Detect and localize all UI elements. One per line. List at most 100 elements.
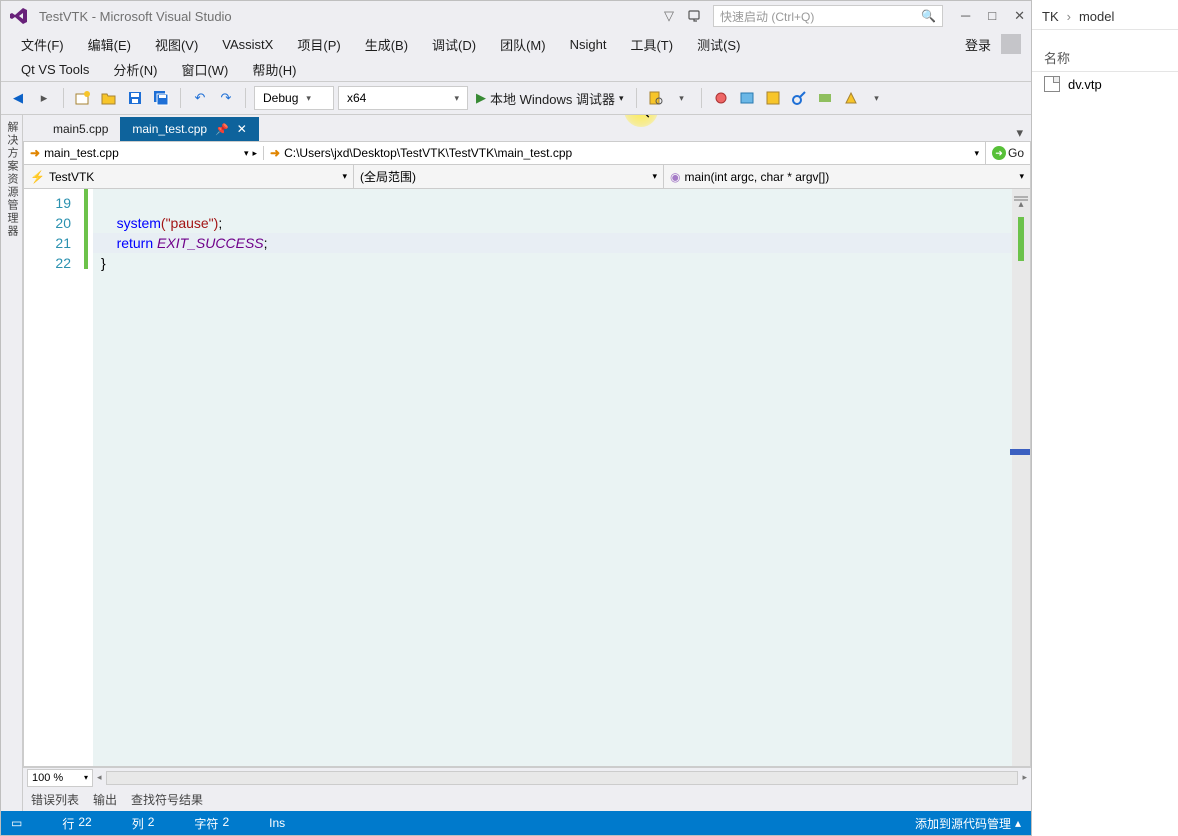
line-number: 20 bbox=[24, 213, 71, 233]
column-header-name[interactable]: 名称 bbox=[1032, 44, 1178, 72]
go-button[interactable]: ➜ Go bbox=[985, 142, 1030, 164]
save-icon[interactable] bbox=[124, 87, 146, 109]
nav-fwd-icon[interactable]: ▸ bbox=[33, 87, 55, 109]
file-nav-bar: ➜ main_test.cpp ▾ ▸ ➜ C:\Users\jxd\Deskt… bbox=[23, 141, 1031, 165]
quick-launch-input[interactable]: 快速启动 (Ctrl+Q) 🔍 bbox=[713, 5, 943, 27]
tab-label: main_test.cpp bbox=[132, 122, 207, 136]
menu-view[interactable]: 视图(V) bbox=[145, 33, 208, 56]
horizontal-scrollbar[interactable] bbox=[106, 771, 1019, 785]
bc-item[interactable]: TK bbox=[1042, 9, 1059, 24]
debugger-label: 本地 Windows 调试器 bbox=[490, 89, 615, 108]
menu-nsight[interactable]: Nsight bbox=[560, 35, 617, 54]
menu-tools[interactable]: 工具(T) bbox=[620, 33, 683, 56]
file-item[interactable]: dv.vtp bbox=[1032, 72, 1178, 96]
tab-find-results[interactable]: 查找符号结果 bbox=[131, 791, 203, 808]
status-ins: Ins bbox=[269, 816, 285, 830]
config-combo[interactable]: Debug▾ bbox=[254, 86, 334, 110]
split-icon[interactable] bbox=[1014, 191, 1028, 199]
close-tab-icon[interactable]: ✕ bbox=[237, 122, 247, 136]
start-debug-button[interactable]: ▶ 本地 Windows 调试器 ▾ bbox=[472, 87, 628, 110]
tool-icon-6[interactable] bbox=[840, 87, 862, 109]
scm-button[interactable]: 添加到源代码管理 ▴ bbox=[915, 815, 1021, 832]
function-name: main(int argc, char * argv[]) bbox=[684, 170, 829, 184]
menu-test[interactable]: 测试(S) bbox=[687, 33, 750, 56]
menu-debug[interactable]: 调试(D) bbox=[422, 33, 486, 56]
menu-project[interactable]: 项目(P) bbox=[287, 33, 350, 56]
tab-main-test[interactable]: main_test.cpp 📌 ✕ bbox=[120, 117, 258, 141]
function-combo[interactable]: ◉ main(int argc, char * argv[]) ▾ bbox=[664, 165, 1030, 188]
editor-tabs: main5.cpp main_test.cpp 📌 ✕ ▾ bbox=[23, 115, 1031, 141]
tool-icon-3[interactable] bbox=[762, 87, 784, 109]
menu-vassist[interactable]: VAssistX bbox=[212, 35, 283, 54]
arrow-icon: ➜ bbox=[30, 146, 40, 160]
code-text[interactable]: system("pause"); return EXIT_SUCCESS; } bbox=[93, 189, 1012, 766]
tool-icon-2[interactable] bbox=[736, 87, 758, 109]
play-icon: ▶ bbox=[476, 90, 486, 106]
tool-icon-4[interactable] bbox=[788, 87, 810, 109]
solution-explorer-tab[interactable]: 解决方案资源管理器 bbox=[1, 115, 23, 811]
code-editor[interactable]: 19 20 21 22 system("pause"); return EXIT… bbox=[23, 189, 1031, 767]
tool-icon-5[interactable] bbox=[814, 87, 836, 109]
redo-icon[interactable]: ↷ bbox=[215, 87, 237, 109]
notification-icon[interactable] bbox=[685, 6, 705, 26]
arrow-icon: ➜ bbox=[270, 146, 280, 160]
platform-combo[interactable]: x64▾ bbox=[338, 86, 468, 110]
tabs-dropdown-icon[interactable]: ▾ bbox=[1008, 125, 1031, 141]
menu-qt[interactable]: Qt VS Tools bbox=[11, 60, 99, 79]
line-number: 22 bbox=[24, 253, 71, 273]
menubar: 文件(F) 编辑(E) 视图(V) VAssistX 项目(P) 生成(B) 调… bbox=[1, 31, 1031, 57]
open-icon[interactable] bbox=[98, 87, 120, 109]
file-name: dv.vtp bbox=[1068, 77, 1102, 92]
menu-build[interactable]: 生成(B) bbox=[355, 33, 418, 56]
zoom-combo[interactable]: 100 % ▾ bbox=[27, 769, 93, 787]
login-button[interactable]: 登录 bbox=[965, 35, 991, 54]
maximize-button[interactable]: □ bbox=[988, 8, 996, 24]
tab-main5[interactable]: main5.cpp bbox=[41, 117, 120, 141]
tool-icon-1[interactable] bbox=[710, 87, 732, 109]
save-all-icon[interactable] bbox=[150, 87, 172, 109]
tab-output[interactable]: 输出 bbox=[93, 791, 117, 808]
scope-combo[interactable]: (全局范围) ▾ bbox=[354, 165, 664, 188]
file-path: C:\Users\jxd\Desktop\TestVTK\TestVTK\mai… bbox=[284, 146, 572, 160]
go-label: Go bbox=[1008, 146, 1024, 160]
minimize-button[interactable]: ─ bbox=[961, 8, 970, 24]
close-button[interactable]: ✕ bbox=[1014, 8, 1025, 24]
status-line: 行 22 bbox=[62, 815, 91, 832]
vs-logo-icon bbox=[7, 4, 31, 28]
file-path-combo[interactable]: ➜ C:\Users\jxd\Desktop\TestVTK\TestVTK\m… bbox=[264, 146, 985, 160]
breadcrumb[interactable]: TK › model bbox=[1032, 4, 1178, 30]
bc-item[interactable]: model bbox=[1079, 9, 1114, 24]
dropdown-icon[interactable]: ▾ bbox=[671, 87, 693, 109]
chevron-up-icon: ▴ bbox=[1015, 816, 1021, 830]
overview-change-marker bbox=[1018, 217, 1024, 261]
menu-file[interactable]: 文件(F) bbox=[11, 33, 74, 56]
zoom-value: 100 % bbox=[32, 772, 63, 784]
toolbar-overflow-icon[interactable]: ▾ bbox=[866, 87, 888, 109]
menu-team[interactable]: 团队(M) bbox=[490, 33, 556, 56]
menu-window[interactable]: 窗口(W) bbox=[171, 58, 238, 81]
user-avatar-icon[interactable] bbox=[1001, 34, 1021, 54]
file-explorer-panel: TK › model 名称 dv.vtp bbox=[1032, 0, 1178, 836]
project-icon: ⚡ bbox=[30, 170, 45, 184]
search-icon: 🔍 bbox=[921, 9, 936, 23]
file-icon bbox=[1044, 76, 1060, 92]
pin-icon[interactable]: 📌 bbox=[215, 123, 229, 136]
file-nav-combo[interactable]: ➜ main_test.cpp ▾ ▸ bbox=[24, 146, 264, 160]
scroll-right-icon[interactable]: ▸ bbox=[1022, 772, 1027, 783]
nav-back-icon[interactable]: ◀ bbox=[7, 87, 29, 109]
undo-icon[interactable]: ↶ bbox=[189, 87, 211, 109]
menu-analyze[interactable]: 分析(N) bbox=[103, 58, 167, 81]
new-project-icon[interactable] bbox=[72, 87, 94, 109]
vertical-scrollbar[interactable]: ▴ bbox=[1012, 189, 1030, 766]
scroll-left-icon[interactable]: ◂ bbox=[97, 772, 102, 783]
scope-name: (全局范围) bbox=[360, 168, 416, 185]
function-icon: ◉ bbox=[670, 170, 680, 184]
find-file-icon[interactable] bbox=[645, 87, 667, 109]
tab-errors[interactable]: 错误列表 bbox=[31, 791, 79, 808]
project-combo[interactable]: ⚡ TestVTK ▾ bbox=[24, 165, 354, 188]
menu-help[interactable]: 帮助(H) bbox=[242, 58, 306, 81]
scroll-up-icon[interactable]: ▴ bbox=[1014, 199, 1028, 213]
status-char: 字符 2 bbox=[194, 815, 229, 832]
filter-icon[interactable]: ▽ bbox=[659, 6, 679, 26]
menu-edit[interactable]: 编辑(E) bbox=[78, 33, 141, 56]
